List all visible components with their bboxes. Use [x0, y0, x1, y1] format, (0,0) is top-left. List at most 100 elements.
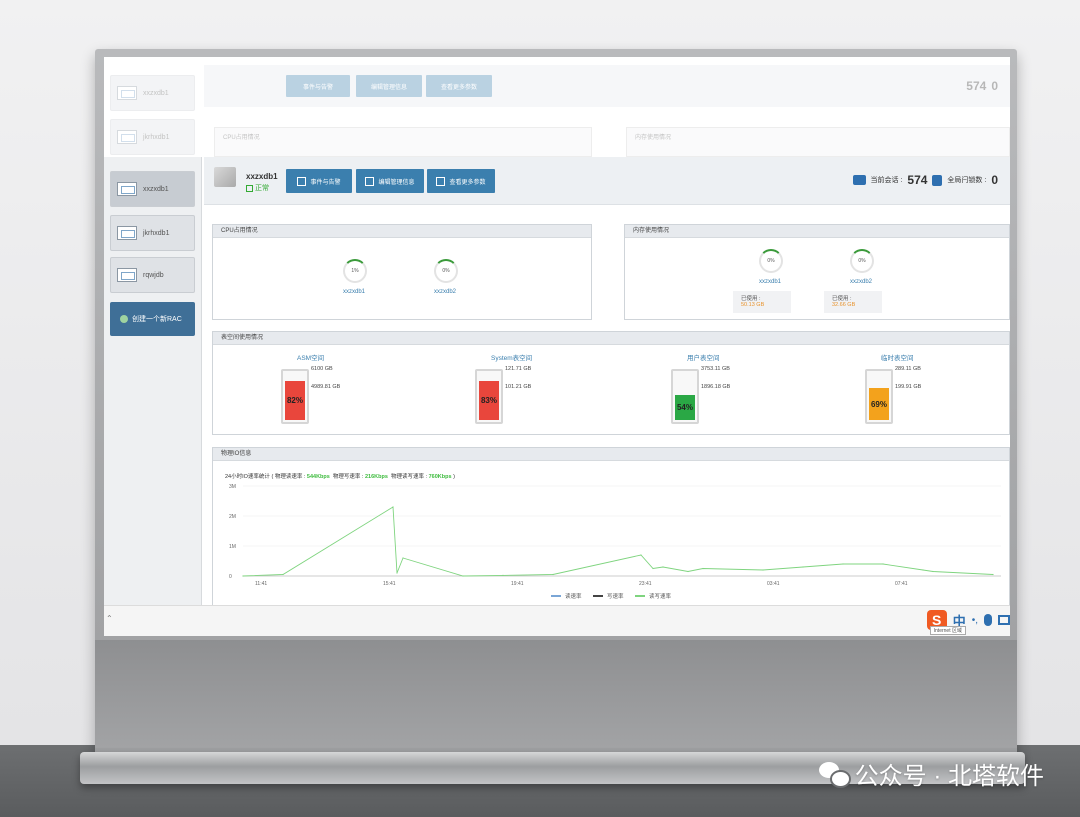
- data-point: [922, 569, 924, 571]
- data-point: [992, 573, 994, 576]
- legend-item[interactable]: 写速率: [593, 592, 624, 600]
- data-point: [842, 563, 844, 565]
- legend-swatch: [593, 595, 603, 597]
- legend-item[interactable]: 读速率: [551, 592, 582, 600]
- ghost-mem-panel: 内存使用情况: [626, 127, 1010, 157]
- x-tick-label: 15:41: [383, 581, 396, 587]
- tablespace-tank: 54%: [671, 369, 699, 424]
- scroll-up-icon[interactable]: ⌃: [106, 614, 113, 623]
- tablespace-name[interactable]: System表空间: [491, 352, 532, 362]
- tablespace-fill: 54%: [675, 395, 695, 420]
- cpu-panel: CPU占用情况 1% xxzxdb1 0% xxzxdb2: [212, 224, 592, 320]
- edit-info-label: 编辑管理信息: [378, 179, 415, 186]
- memory-used-value: 32.66 GB: [832, 302, 856, 308]
- io-panel-title: 物理IO信息: [213, 448, 1009, 461]
- data-point: [462, 575, 464, 577]
- data-point: [392, 506, 394, 508]
- memory-used-value: 50.13 GB: [741, 302, 765, 308]
- database-icon: [117, 86, 137, 100]
- legend-swatch: [635, 595, 645, 597]
- data-point: [882, 563, 884, 565]
- y-tick-label: 0: [229, 574, 232, 580]
- watermark: 公众号 · 北塔软件: [818, 756, 1044, 791]
- tablespace-used: 1896.18 GB: [701, 384, 731, 390]
- ghost-params-button: 查看更多参数: [426, 75, 492, 97]
- tablespace-total: 6100 GB: [311, 366, 333, 372]
- database-icon: [117, 226, 137, 240]
- tablespace-name[interactable]: ASM空间: [297, 352, 324, 362]
- tablespace-fill: 82%: [285, 381, 305, 420]
- tablespace-name[interactable]: 临时表空间: [881, 352, 914, 362]
- io-panel: 物理IO信息 24小时IO速率统计 ( 物理读速率 : 544Kbps 物理写速…: [212, 447, 1010, 605]
- view-icon: [436, 176, 446, 186]
- y-tick-label: 2M: [229, 514, 236, 520]
- ghost-layer: xxzxdb1 jkrhxdb1 事件与告警 编辑管理信息 查看更多参数 574…: [104, 57, 1010, 167]
- tablespace-panel-title: 表空间使用情况: [213, 332, 1009, 345]
- latch-label: 全局闩锁数 :: [947, 177, 987, 184]
- read-rate-label: 物理读速率 :: [274, 474, 306, 480]
- data-point: [502, 574, 504, 576]
- dashboard: xxzxdb1 正常 事件与告警 编辑管理信息 查看更多参数 当前会话 : 57…: [204, 157, 1010, 605]
- cpu-node-link[interactable]: xxzxdb1: [343, 289, 365, 295]
- ghost-edit-button: 编辑管理信息: [356, 75, 422, 97]
- create-rac-button[interactable]: 创建一个新RAC: [110, 302, 195, 336]
- legend-label: 写速率: [607, 594, 624, 600]
- database-icon: [117, 268, 137, 282]
- tablespace-tank: 83%: [475, 369, 503, 424]
- data-point: [702, 567, 704, 570]
- tablespace-total: 289.11 GB: [895, 366, 921, 372]
- microphone-icon[interactable]: [984, 614, 992, 626]
- data-point: [687, 570, 689, 573]
- cpu-gauge: 0%: [434, 259, 458, 283]
- edit-info-button[interactable]: 编辑管理信息: [356, 169, 424, 193]
- server-icon: [214, 167, 236, 187]
- sidebar-item-jkrhxdb1[interactable]: jkrhxdb1: [110, 215, 195, 251]
- sidebar-item-xxzxdb1[interactable]: xxzxdb1: [110, 171, 195, 207]
- plus-icon: [120, 315, 128, 323]
- keyboard-icon[interactable]: [998, 615, 1010, 625]
- tablespace-total: 121.71 GB: [505, 366, 532, 372]
- database-icon: [117, 182, 137, 196]
- punctuation-icon[interactable]: •,: [972, 615, 978, 626]
- watermark-text: 公众号 · 北塔软件: [854, 763, 1044, 790]
- write-rate-value: 216Kbps: [365, 474, 388, 480]
- sidebar-item-rqwjdb[interactable]: rqwjdb: [110, 257, 195, 293]
- data-point: [932, 570, 934, 573]
- cpu-node-link[interactable]: xxzxdb2: [434, 289, 456, 295]
- io-stats: 24小时IO速率统计 ( 物理读速率 : 544Kbps 物理写速率 : 216…: [225, 472, 455, 480]
- current-sessions-value: 574: [907, 173, 928, 187]
- memory-node-link[interactable]: xxzxdb2: [850, 279, 872, 285]
- legend-item[interactable]: 读写速率: [635, 592, 671, 600]
- data-point: [552, 573, 554, 576]
- x-tick-label: 11:41: [255, 581, 267, 587]
- ghost-sessions: 574 0: [966, 79, 998, 93]
- tablespace-panel: 表空间使用情况 ASM空间 82% 6100 GB 4989.81 GB System表…: [212, 331, 1010, 435]
- events-alerts-label: 事件与告警: [310, 179, 341, 186]
- x-tick-label: 23:41: [639, 581, 652, 587]
- edit-icon: [365, 176, 375, 186]
- tablespace-total: 3753.11 GB: [701, 366, 730, 372]
- data-point: [652, 567, 654, 570]
- more-params-button[interactable]: 查看更多参数: [427, 169, 495, 193]
- tablespace-used: 4989.81 GB: [311, 384, 341, 390]
- legend-swatch: [551, 595, 561, 597]
- wechat-icon: [818, 761, 851, 788]
- server-status: 正常: [246, 183, 269, 193]
- server-name: xxzxdb1: [246, 172, 278, 181]
- memory-node-link[interactable]: xxzxdb1: [759, 279, 781, 285]
- current-sessions-label: 当前会话 :: [870, 177, 903, 184]
- database-icon: [117, 130, 137, 144]
- data-point: [242, 575, 244, 577]
- chat-icon: [852, 175, 866, 185]
- filter-icon: [297, 176, 307, 186]
- create-rac-label: 创建一个新RAC: [132, 316, 182, 323]
- ghost-sidebar-label: xxzxdb1: [143, 89, 169, 97]
- cpu-panel-title: CPU占用情况: [213, 225, 591, 238]
- memory-used-box: 已使用 : 50.13 GB: [733, 291, 791, 313]
- memory-panel-title: 内存使用情况: [625, 225, 1009, 238]
- header-bar: xxzxdb1 正常 事件与告警 编辑管理信息 查看更多参数 当前会话 : 57…: [204, 157, 1010, 205]
- events-alerts-button[interactable]: 事件与告警: [286, 169, 352, 193]
- legend-label: 读速率: [565, 594, 582, 600]
- tablespace-name[interactable]: 用户表空间: [687, 352, 720, 362]
- y-tick-label: 3M: [229, 484, 236, 490]
